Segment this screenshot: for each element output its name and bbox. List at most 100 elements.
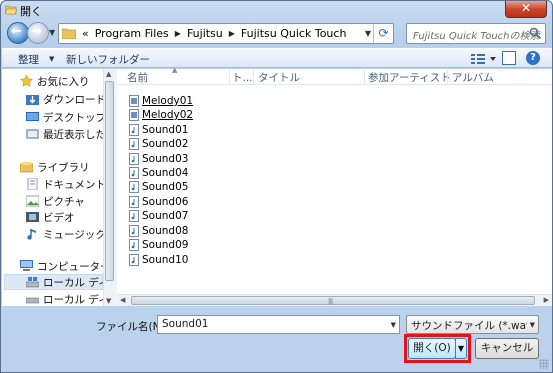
recent-places-icon xyxy=(26,129,39,139)
audio-file-icon xyxy=(129,225,139,237)
help-icon[interactable]: ? xyxy=(526,51,540,65)
midi-file-icon xyxy=(129,95,139,107)
nav-local-disk-c[interactable]: ローカル ディスク xyxy=(4,274,114,290)
file-item[interactable]: Sound06 xyxy=(129,195,188,209)
open-button[interactable]: 開く(O) xyxy=(408,338,456,359)
file-item[interactable]: Sound02 xyxy=(129,137,188,151)
audio-file-icon xyxy=(129,138,139,150)
desktop-icon xyxy=(26,112,39,121)
back-button[interactable] xyxy=(7,22,29,44)
nav-pictures[interactable]: ピクチャ xyxy=(26,193,114,209)
column-track[interactable]: ト... xyxy=(232,70,253,85)
navigation-row: ▼ « Program Files ▶ Fujitsu ▶ Fujitsu Qu… xyxy=(1,21,552,47)
organize-dropdown-icon[interactable]: ▼ xyxy=(49,55,54,63)
command-toolbar: 整理 ▼ 新しいフォルダー ? xyxy=(2,48,552,68)
search-input[interactable]: Fujitsu Quick Touchの検索 xyxy=(413,27,540,42)
music-icon xyxy=(27,229,36,240)
file-list: ▲ 名前 ト... タイトル 参加アーティスト アルバム Melody01 Me… xyxy=(117,66,552,306)
nav-computer[interactable]: コンピューター xyxy=(20,258,114,274)
column-separator[interactable] xyxy=(253,70,254,84)
nav-recent-places[interactable]: 最近表示した場所 xyxy=(26,126,114,142)
sort-ascending-icon: ▲ xyxy=(172,66,178,74)
audio-file-icon xyxy=(129,239,139,251)
file-item[interactable]: Sound10 xyxy=(129,253,188,267)
nav-favorites[interactable]: お気に入り xyxy=(20,73,114,89)
title-bar: 開く ✕ xyxy=(1,1,552,19)
filename-field[interactable]: Sound01 ▼ xyxy=(157,315,400,334)
audio-file-icon xyxy=(129,124,139,136)
audio-file-icon xyxy=(129,153,139,165)
open-dialog: 開く ✕ ▼ « Program Files ▶ Fujitsu ▶ Fujit… xyxy=(0,0,553,373)
breadcrumb-fujitsu[interactable]: Fujitsu xyxy=(187,27,223,40)
filename-value[interactable]: Sound01 xyxy=(162,318,208,330)
file-item[interactable]: Sound08 xyxy=(129,224,188,238)
recent-pages-dropdown-icon[interactable]: ▼ xyxy=(49,28,55,37)
download-folder-icon xyxy=(26,95,39,105)
filetype-value: サウンドファイル (*.wav;*.mid) xyxy=(411,320,527,332)
file-item[interactable]: Sound07 xyxy=(129,209,188,223)
file-item[interactable]: Sound09 xyxy=(129,238,188,252)
scroll-up-icon[interactable]: ▲ xyxy=(106,70,111,78)
file-item[interactable]: Sound05 xyxy=(129,180,188,194)
file-item[interactable]: Sound04 xyxy=(129,166,188,180)
change-view-icon[interactable] xyxy=(470,52,498,66)
column-separator[interactable] xyxy=(447,70,448,84)
scroll-down-icon[interactable]: ▼ xyxy=(106,297,111,305)
filetype-select[interactable]: サウンドファイル (*.wav;*.mid) ▼ xyxy=(406,315,539,334)
preview-pane-icon[interactable] xyxy=(502,51,516,65)
cancel-button[interactable]: キャンセル xyxy=(475,338,539,359)
close-button[interactable]: ✕ xyxy=(505,1,547,18)
open-dropdown-icon[interactable]: ▼ xyxy=(455,338,467,359)
nav-videos[interactable]: ビデオ xyxy=(26,209,114,225)
column-album[interactable]: アルバム xyxy=(452,70,494,85)
new-folder-button[interactable]: 新しいフォルダー xyxy=(66,52,150,67)
breadcrumb-separator-icon[interactable]: ▶ xyxy=(175,29,181,38)
open-folder-icon xyxy=(5,5,17,15)
column-title[interactable]: タイトル xyxy=(258,70,300,85)
column-separator[interactable] xyxy=(229,70,230,84)
breadcrumb-separator-icon[interactable]: ▶ xyxy=(229,29,235,38)
column-header: ▲ 名前 ト... タイトル 参加アーティスト アルバム xyxy=(117,66,552,85)
navigation-pane: お気に入り ダウンロード デスクトップ 最近表示した場所 ライブラリ ドキュメン… xyxy=(2,69,114,306)
folder-icon xyxy=(62,28,76,39)
scroll-thumb[interactable] xyxy=(105,81,114,281)
local-disk-icon xyxy=(26,277,39,288)
libraries-icon xyxy=(20,162,33,173)
star-icon xyxy=(20,75,33,87)
search-icon[interactable] xyxy=(529,27,542,40)
audio-file-icon xyxy=(129,167,139,179)
file-item[interactable]: Sound03 xyxy=(129,152,188,166)
forward-button[interactable] xyxy=(27,22,49,44)
nav-documents[interactable]: ドキュメント xyxy=(26,176,114,192)
nav-downloads[interactable]: ダウンロード xyxy=(26,91,114,107)
search-box[interactable]: Fujitsu Quick Touchの検索 xyxy=(406,23,546,44)
midi-file-icon xyxy=(129,109,139,121)
file-item[interactable]: Melody01 xyxy=(129,94,193,108)
column-artist[interactable]: 参加アーティスト xyxy=(368,70,451,85)
breadcrumb-overflow[interactable]: « xyxy=(82,27,89,40)
scroll-right-icon[interactable]: ▶ xyxy=(544,296,549,304)
filename-dropdown-icon[interactable]: ▼ xyxy=(391,321,396,329)
filetype-dropdown-icon[interactable]: ▼ xyxy=(530,321,535,329)
refresh-icon[interactable]: ⟳ xyxy=(373,24,393,43)
resize-grip[interactable] xyxy=(539,359,549,369)
audio-file-icon xyxy=(129,181,139,193)
nav-local-disk-d[interactable]: ローカル ディスク xyxy=(26,291,114,306)
breadcrumb-program-files[interactable]: Program Files xyxy=(95,27,169,40)
nav-libraries[interactable]: ライブラリ xyxy=(20,159,114,175)
file-item[interactable]: Melody02 xyxy=(129,108,193,122)
address-bar[interactable]: « Program Files ▶ Fujitsu ▶ Fujitsu Quic… xyxy=(58,23,394,44)
audio-file-icon xyxy=(129,210,139,222)
nav-pane-scrollbar[interactable]: ▲ ▼ xyxy=(103,69,114,306)
breadcrumb-fujitsu-quick-touch[interactable]: Fujitsu Quick Touch xyxy=(241,27,347,40)
scroll-thumb[interactable]: |||| xyxy=(131,296,535,305)
file-item[interactable]: Sound01 xyxy=(129,123,188,137)
horizontal-scrollbar[interactable]: ◀ |||| ▶ xyxy=(117,294,552,306)
organize-button[interactable]: 整理 xyxy=(18,52,39,67)
nav-desktop[interactable]: デスクトップ xyxy=(26,109,114,125)
column-name[interactable]: 名前 xyxy=(127,70,148,85)
column-separator[interactable] xyxy=(364,70,365,84)
nav-music[interactable]: ミュージック xyxy=(26,226,114,242)
scroll-left-icon[interactable]: ◀ xyxy=(120,296,125,304)
address-dropdown-icon[interactable]: ▼ xyxy=(365,29,371,38)
